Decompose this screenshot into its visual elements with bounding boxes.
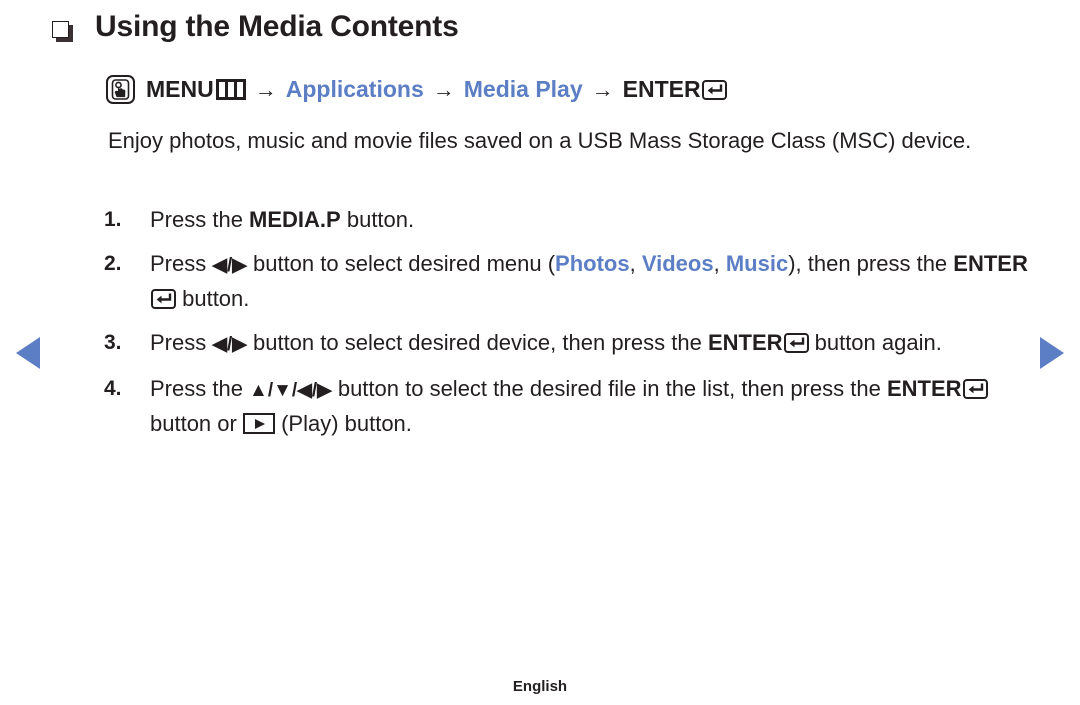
hand-press-icon: [106, 75, 135, 104]
step4-text-before: Press the: [150, 376, 250, 401]
manual-page: Using the Media Contents MENU → Applicat…: [0, 0, 1080, 705]
step1-text-before: Press the: [150, 207, 250, 232]
menu-grid-icon: [215, 79, 246, 100]
intro-paragraph: Enjoy photos, music and movie files save…: [108, 128, 972, 153]
path-arrow-2: →: [432, 76, 455, 102]
step4-text-mid: button to select the desired file in the…: [331, 376, 887, 401]
menu-path-breadcrumb: MENU → Applications → Media Play → ENTER: [106, 75, 727, 104]
square-bullet-icon: [52, 20, 73, 42]
step4-text-after: button or: [150, 411, 243, 436]
list-item: 3. Press ◀/▶ button to select desired de…: [104, 326, 1034, 361]
step1-text-after: button.: [340, 207, 415, 232]
enter-button-label: ENTER: [886, 376, 962, 401]
list-item: 1. Press the MEDIA.P button.: [104, 203, 1034, 236]
step-text: Press the ▲/▼/◀/▶ button to select the d…: [150, 372, 1034, 440]
step-text: Press ◀/▶ button to select desired menu …: [150, 247, 1034, 315]
step-text: Press the MEDIA.P button.: [150, 203, 414, 236]
page-title: Using the Media Contents: [95, 10, 459, 43]
step1-media-p-button: MEDIA.P: [249, 207, 341, 232]
list-item: 4. Press the ▲/▼/◀/▶ button to select th…: [104, 372, 1034, 440]
step2-sep-2: ,: [713, 251, 726, 276]
direction-pad-icon: ◀/▶: [212, 255, 247, 276]
play-button-icon: [242, 413, 275, 434]
step-number: 1.: [104, 208, 122, 231]
previous-page-arrow[interactable]: [16, 337, 40, 369]
menu-path-media-play[interactable]: Media Play: [464, 76, 583, 103]
menu-option-music: Music: [725, 251, 789, 276]
enter-return-icon: [962, 379, 988, 399]
steps-list: 1. Press the MEDIA.P button. 2. Press ◀/…: [104, 203, 1034, 451]
menu-path-applications[interactable]: Applications: [286, 76, 424, 103]
page-title-row: Using the Media Contents: [52, 10, 459, 44]
step-number: 4.: [104, 377, 122, 400]
step2-text-after: ), then press the: [788, 251, 954, 276]
enter-button-label: ENTER: [622, 76, 701, 102]
enter-button-label: ENTER: [953, 251, 1028, 276]
step3-text-mid: button to select desired device, then pr…: [246, 330, 708, 355]
step3-text-before: Press: [150, 330, 213, 355]
step2-text-mid: button to select desired menu (: [246, 251, 556, 276]
footer-language: English: [512, 678, 568, 695]
menu-option-videos: Videos: [641, 251, 714, 276]
step4-text-end: (Play) button.: [274, 411, 412, 436]
step-text: Press ◀/▶ button to select desired devic…: [150, 326, 942, 361]
menu-option-photos: Photos: [555, 251, 630, 276]
enter-return-icon: [701, 79, 727, 100]
step2-text-end: button.: [176, 286, 250, 311]
menu-button-label: MENU: [146, 76, 214, 102]
path-arrow-1: →: [254, 76, 277, 102]
step2-sep-1: ,: [629, 251, 642, 276]
enter-return-icon: [783, 333, 809, 353]
next-page-arrow[interactable]: [1040, 337, 1064, 369]
path-arrow-3: →: [591, 76, 614, 102]
enter-return-icon: [151, 289, 176, 309]
step2-text-before: Press: [150, 251, 213, 276]
step3-text-after: button again.: [808, 330, 942, 355]
list-item: 2. Press ◀/▶ button to select desired me…: [104, 247, 1034, 315]
direction-pad-icon: ▲/▼/◀/▶: [249, 380, 332, 401]
step-number: 2.: [104, 252, 122, 275]
step-number: 3.: [104, 331, 122, 354]
direction-pad-icon: ◀/▶: [212, 334, 247, 355]
enter-button-label: ENTER: [707, 330, 783, 355]
